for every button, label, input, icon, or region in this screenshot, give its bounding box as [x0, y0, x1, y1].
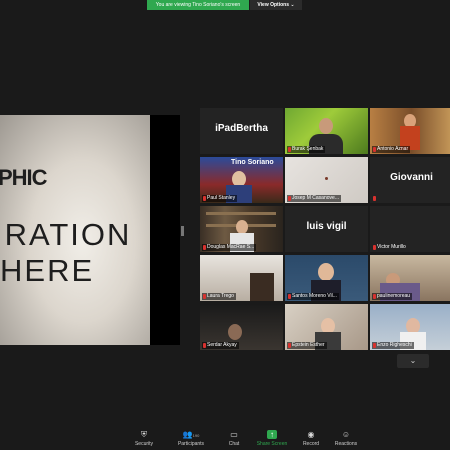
shared-screen-border: [150, 115, 180, 345]
share-screen-button[interactable]: ↑ Share Screen: [252, 430, 292, 447]
participant-label: Josep M Casanove...: [287, 195, 341, 202]
participant-tile[interactable]: Victor Murillo: [370, 206, 450, 252]
mic-muted-icon: [203, 294, 206, 299]
person-head: [318, 263, 334, 281]
participant-tile[interactable]: Josep M Casanove...: [285, 157, 368, 203]
mic-muted-icon: [373, 343, 376, 348]
mic-muted-icon: [203, 196, 206, 201]
share-up-arrow-icon: ↑: [267, 430, 277, 439]
mic-muted-icon: [373, 294, 376, 299]
participant-tile[interactable]: Laura Trego: [200, 255, 283, 301]
shared-screen-text-1: PHIC: [0, 165, 48, 190]
view-options-button[interactable]: View Options ⌄: [250, 0, 302, 10]
participant-label: Laura Trego: [202, 293, 236, 300]
participant-tile[interactable]: Giovanni: [370, 157, 450, 203]
record-button[interactable]: ◉ Record: [291, 430, 331, 447]
participant-tile[interactable]: Antonio Aznar: [370, 108, 450, 154]
shared-screen: PHIC IRATION HERE: [0, 115, 150, 345]
participant-tile[interactable]: Enzo Righeschi: [370, 304, 450, 350]
participant-label: Serdar Akyay: [202, 342, 239, 349]
record-icon: ◉: [307, 430, 315, 439]
participant-label: paulinemoreau: [372, 293, 413, 300]
person-head: [319, 118, 333, 134]
participant-tile[interactable]: Santos Moreno Vil...: [285, 255, 368, 301]
participant-name: luis vigil: [306, 221, 347, 232]
chat-button[interactable]: ▭ Chat: [214, 430, 254, 447]
person-head: [228, 324, 242, 340]
participant-tile[interactable]: paulinemoreau: [370, 255, 450, 301]
chat-bubble-icon: ▭: [230, 430, 238, 439]
reactions-button[interactable]: ☺ Reactions: [326, 430, 366, 447]
wall-detail: [325, 177, 328, 180]
person-head: [236, 220, 248, 234]
shared-screen-text-3: HERE: [0, 253, 95, 288]
participant-name: Giovanni: [390, 172, 433, 183]
splitter-handle[interactable]: [181, 226, 184, 236]
mic-muted-icon: [373, 147, 376, 152]
participant-tile[interactable]: luis vigil: [285, 206, 368, 252]
participant-label: Antonio Aznar: [372, 146, 411, 153]
participant-label: [372, 195, 378, 202]
mic-muted-icon: [288, 147, 291, 152]
chevron-down-icon: ⌄: [409, 356, 417, 365]
security-button[interactable]: ⛨ Security: [124, 430, 164, 447]
mic-muted-icon: [203, 245, 206, 250]
mic-muted-icon: [288, 294, 291, 299]
participant-tile[interactable]: Burak Şenbak: [285, 108, 368, 154]
participant-label: Paul Stanley: [202, 195, 238, 202]
participant-tile[interactable]: Epstein Esther: [285, 304, 368, 350]
tile-overlay-text: Tino Soriano: [231, 159, 274, 166]
participant-name: iPadBertha: [215, 123, 268, 134]
people-icon: 👥190: [182, 430, 200, 439]
participant-label: Epstein Esther: [287, 342, 327, 349]
participants-button[interactable]: 👥190 Participants: [169, 430, 213, 447]
mic-muted-icon: [288, 343, 291, 348]
participant-tile[interactable]: Douglas MacRae S...: [200, 206, 283, 252]
mic-muted-icon: [203, 343, 206, 348]
chair: [250, 273, 274, 301]
participant-label: Victor Murillo: [372, 244, 408, 251]
shared-screen-text-2: IRATION: [0, 217, 132, 252]
viewing-screen-banner: You are viewing Tino Soriano's screen: [147, 0, 249, 10]
participant-label: Douglas MacRae S...: [202, 244, 257, 251]
mic-muted-icon: [373, 196, 376, 201]
participant-label: Enzo Righeschi: [372, 342, 414, 349]
participant-tile[interactable]: Tino Soriano Paul Stanley: [200, 157, 283, 203]
participant-tile[interactable]: iPadBertha: [200, 108, 283, 154]
participant-tile[interactable]: Serdar Akyay: [200, 304, 283, 350]
shield-icon: ⛨: [141, 430, 147, 439]
mic-muted-icon: [373, 245, 376, 250]
smiley-plus-icon: ☺: [341, 430, 351, 439]
bookshelf: [206, 212, 276, 215]
gallery-scroll-down-button[interactable]: ⌄: [397, 354, 429, 368]
mic-muted-icon: [288, 196, 291, 201]
participant-label: Santos Moreno Vil...: [287, 293, 339, 300]
participant-label: Burak Şenbak: [287, 146, 326, 153]
